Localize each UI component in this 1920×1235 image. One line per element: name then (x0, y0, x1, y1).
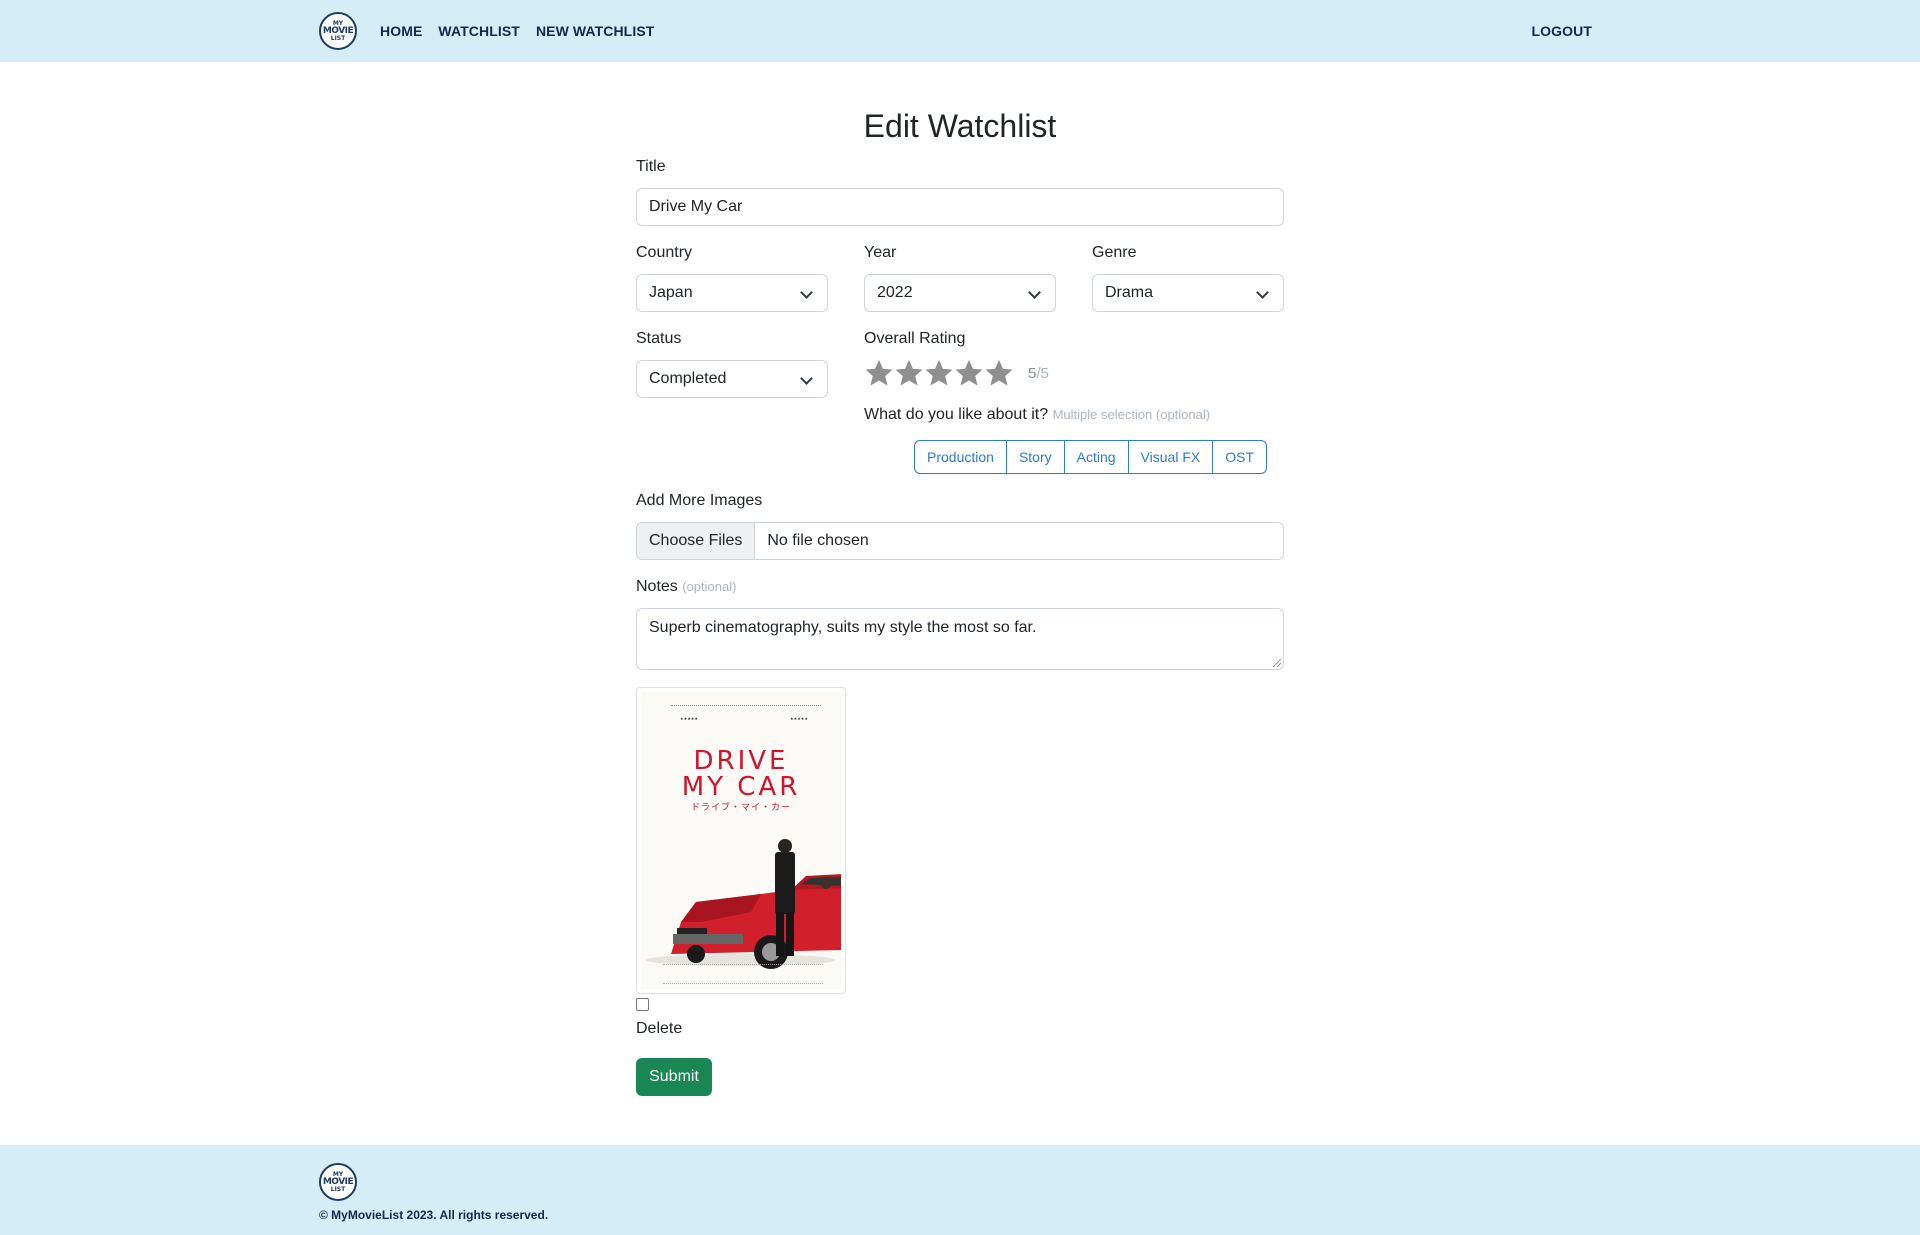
like-acting-button[interactable]: Acting (1063, 440, 1129, 474)
likes-hint: Multiple selection (optional) (1052, 407, 1211, 422)
like-story-button[interactable]: Story (1005, 440, 1065, 474)
rating-value-max: /5 (1036, 364, 1049, 382)
country-label: Country (636, 244, 693, 261)
notes-label-text: Notes (636, 578, 678, 595)
notes-textarea[interactable]: Superb cinematography, suits my style th… (636, 608, 1284, 670)
image-thumbnail: ★★★★★ ★★★★★ DRIVE MY CAR ドライブ・マイ・カー (636, 687, 846, 994)
footer-logo[interactable]: MY MOVIE LIST (319, 1163, 357, 1201)
title-input-value: Drive My Car (649, 198, 743, 215)
status-label: Status (636, 330, 682, 347)
rating-label: Overall Rating (864, 330, 966, 347)
file-status: No file chosen (767, 532, 869, 549)
rating-stars: 5/5 (864, 358, 1049, 388)
likes-button-group: Production Story Acting Visual FX OST (914, 440, 1267, 474)
delete-label: Delete (636, 1020, 683, 1037)
genre-select-value: Drama (1105, 284, 1154, 301)
star-icon[interactable] (984, 358, 1014, 388)
country-select-value: Japan (649, 284, 693, 301)
star-icon[interactable] (894, 358, 924, 388)
submit-button[interactable]: Submit (636, 1058, 712, 1096)
status-select-value: Completed (649, 370, 727, 387)
resize-grip-icon[interactable] (1273, 659, 1281, 667)
movie-poster: ★★★★★ ★★★★★ DRIVE MY CAR ドライブ・マイ・カー (641, 692, 841, 989)
nav-watchlist-link[interactable]: WATCHLIST (438, 23, 520, 39)
poster-title-line2: MY CAR (681, 772, 801, 802)
notes-label: Notes (optional) (636, 578, 736, 596)
poster-quotes: ★★★★★ ★★★★★ (669, 716, 819, 721)
nav-new-watchlist-link[interactable]: NEW WATCHLIST (536, 23, 654, 39)
footer-copyright: © MyMovieList 2023. All rights reserved. (319, 1208, 549, 1222)
likes-label-text: What do you like about it? (864, 406, 1049, 423)
rating-value: 5/5 (1028, 365, 1049, 382)
star-icon[interactable] (924, 358, 954, 388)
delete-image-checkbox[interactable] (636, 998, 649, 1011)
status-select[interactable]: Completed (636, 360, 828, 398)
star-icon[interactable] (864, 358, 894, 388)
notes-hint: (optional) (682, 579, 737, 594)
poster-quote-block: ★★★★★ (790, 716, 808, 721)
like-production-button[interactable]: Production (914, 440, 1007, 474)
navbar-inner: MY MOVIE LIST HOME WATCHLIST NEW WATCHLI… (319, 0, 1592, 62)
poster-quote-block (724, 716, 764, 721)
notes-textarea-value: Superb cinematography, suits my style th… (649, 619, 1037, 636)
poster-title: DRIVE MY CAR (641, 748, 841, 800)
nav-logout-link[interactable]: LOGOUT (1532, 23, 1592, 39)
like-visual-fx-button[interactable]: Visual FX (1127, 440, 1214, 474)
poster-title-line1: DRIVE (693, 746, 789, 776)
like-ost-button[interactable]: OST (1212, 440, 1267, 474)
images-label: Add More Images (636, 492, 763, 509)
poster-billing-block (663, 964, 823, 984)
title-input[interactable]: Drive My Car (636, 188, 1284, 226)
likes-label: What do you like about it? Multiple sele… (864, 406, 1210, 424)
genre-select[interactable]: Drama (1092, 274, 1284, 312)
poster-cast-line (671, 705, 821, 707)
page-title: Edit Watchlist (863, 108, 1057, 144)
title-label: Title (636, 158, 666, 175)
choose-files-button[interactable]: Choose Files (637, 523, 756, 559)
country-select[interactable]: Japan (636, 274, 828, 312)
logo-text-list: LIST (330, 34, 346, 42)
logo-text-list: LIST (330, 1185, 346, 1193)
file-input[interactable]: Choose Files No file chosen (636, 522, 1284, 560)
brand-logo[interactable]: MY MOVIE LIST (319, 12, 357, 50)
genre-label: Genre (1092, 244, 1137, 261)
year-select[interactable]: 2022 (864, 274, 1056, 312)
year-select-value: 2022 (877, 284, 913, 301)
poster-quote-block: ★★★★★ (680, 716, 698, 721)
year-label: Year (864, 244, 897, 261)
poster-car-illustration (646, 839, 841, 969)
nav-home-link[interactable]: HOME (380, 23, 422, 39)
poster-subtitle-jp: ドライブ・マイ・カー (690, 802, 791, 812)
star-icon[interactable] (954, 358, 984, 388)
navbar: MY MOVIE LIST HOME WATCHLIST NEW WATCHLI… (0, 0, 1920, 62)
footer: MY MOVIE LIST © MyMovieList 2023. All ri… (0, 1145, 1920, 1235)
